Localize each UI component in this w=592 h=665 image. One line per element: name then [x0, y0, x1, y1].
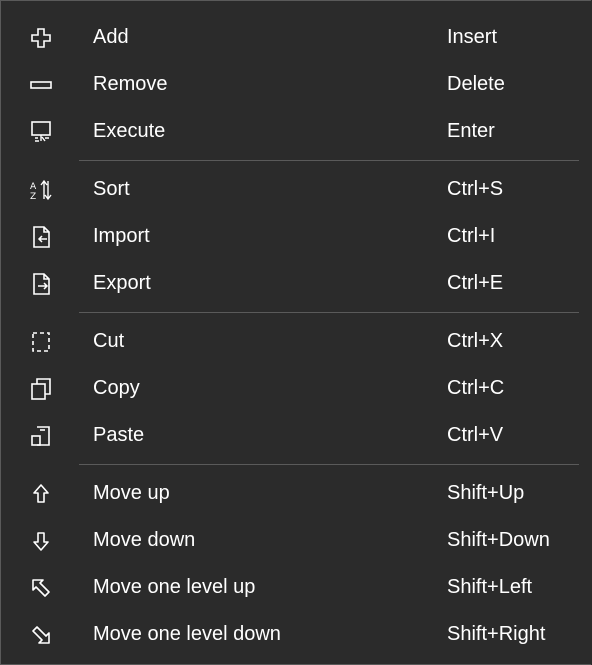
menu-item-label: Move down: [93, 529, 196, 551]
menu-item-label: Add: [93, 26, 129, 48]
menu-item-move-up[interactable]: Move up Shift+Up: [1, 470, 591, 517]
menu-item-shortcut: Shift+Left: [447, 576, 533, 598]
menu-group-data: A Z Sort Ctrl+S Import Ctrl+I Export Ctr…: [1, 166, 591, 307]
menu-item-sort[interactable]: A Z Sort Ctrl+S: [1, 166, 591, 213]
menu-item-export[interactable]: Export Ctrl+E: [1, 260, 591, 307]
menu-item-execute[interactable]: Execute Enter: [1, 108, 591, 155]
menu-group-clipboard: Cut Ctrl+X Copy Ctrl+C Paste Ctrl+V: [1, 318, 591, 459]
menu-item-cut[interactable]: Cut Ctrl+X: [1, 318, 591, 365]
menu-item-label: Move one level up: [93, 576, 256, 598]
menu-separator: [79, 312, 579, 313]
menu-item-label: Cut: [93, 330, 125, 352]
menu-item-shortcut: Shift+Down: [447, 529, 550, 551]
menu-item-shortcut: Ctrl+S: [447, 178, 504, 200]
menu-item-label: Import: [93, 225, 150, 247]
menu-item-label: Move one level down: [93, 623, 281, 645]
menu-item-label: Execute: [93, 120, 166, 142]
menu-item-label: Export: [93, 272, 151, 294]
arrow-down-right-icon: [29, 623, 53, 647]
menu-item-shortcut: Ctrl+E: [447, 272, 504, 294]
menu-item-shortcut: Insert: [447, 26, 498, 48]
menu-item-shortcut: Ctrl+X: [447, 330, 504, 352]
arrow-down-icon: [29, 529, 53, 553]
menu-separator: [79, 464, 579, 465]
paste-icon: [29, 424, 53, 448]
menu-item-shortcut: Shift+Right: [447, 623, 546, 645]
menu-item-move-level-down[interactable]: Move one level down Shift+Right: [1, 611, 591, 658]
menu-item-move-down[interactable]: Move down Shift+Down: [1, 517, 591, 564]
menu-item-label: Paste: [93, 424, 145, 446]
menu-group-edit: Add Insert Remove Delete Execute Enter: [1, 1, 591, 155]
svg-text:A: A: [30, 182, 37, 192]
menu-item-label: Sort: [93, 178, 130, 200]
menu-item-label: Copy: [93, 377, 140, 399]
menu-item-shortcut: Delete: [447, 73, 505, 95]
context-menu: Add Insert Remove Delete Execute Enter A…: [0, 0, 591, 665]
menu-item-copy[interactable]: Copy Ctrl+C: [1, 365, 591, 412]
menu-item-move-level-up[interactable]: Move one level up Shift+Left: [1, 564, 591, 611]
import-icon: [29, 225, 53, 249]
menu-item-shortcut: Ctrl+V: [447, 424, 504, 446]
export-icon: [29, 272, 53, 296]
menu-item-shortcut: Ctrl+C: [447, 377, 505, 399]
svg-text:Z: Z: [30, 192, 36, 202]
copy-icon: [29, 377, 53, 401]
menu-item-paste[interactable]: Paste Ctrl+V: [1, 412, 591, 459]
sort-icon: A Z: [29, 178, 53, 202]
arrow-up-icon: [29, 482, 53, 506]
menu-group-move: Move up Shift+Up Move down Shift+Down Mo…: [1, 470, 591, 658]
menu-separator: [79, 160, 579, 161]
menu-item-remove[interactable]: Remove Delete: [1, 61, 591, 108]
menu-item-import[interactable]: Import Ctrl+I: [1, 213, 591, 260]
menu-item-shortcut: Shift+Up: [447, 482, 525, 504]
menu-item-add[interactable]: Add Insert: [1, 14, 591, 61]
remove-icon: [29, 73, 53, 97]
menu-item-label: Move up: [93, 482, 170, 504]
execute-icon: [29, 120, 53, 144]
arrow-up-left-icon: [29, 576, 53, 600]
menu-item-label: Remove: [93, 73, 168, 95]
menu-item-shortcut: Ctrl+I: [447, 225, 496, 247]
cut-icon: [29, 330, 53, 354]
menu-item-shortcut: Enter: [447, 120, 495, 142]
add-icon: [29, 26, 53, 50]
